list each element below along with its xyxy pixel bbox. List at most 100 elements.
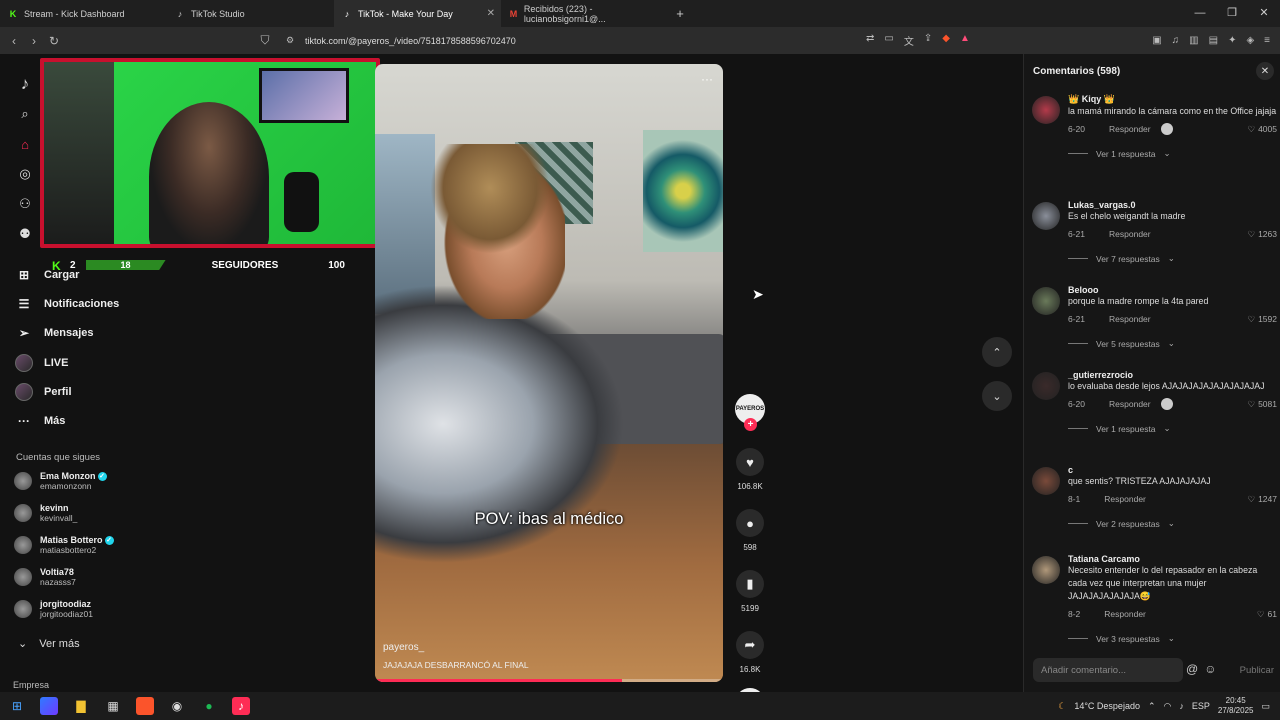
ai-icon[interactable]: ✦ [1228, 35, 1236, 46]
search-icon[interactable]: ⌕ [15, 104, 35, 124]
view-replies-button[interactable]: Ver 3 respuestas ⌄ [1068, 633, 1277, 644]
comment-author[interactable]: 👑 Kiqy 👑 [1068, 94, 1277, 105]
sidebar-item-notifications[interactable]: ☰ Notificaciones [14, 289, 120, 318]
obs-icon[interactable]: ◉ [168, 697, 186, 715]
comment-like-button[interactable]: ♡ 1263 [1247, 229, 1277, 240]
language-indicator[interactable]: ESP [1192, 701, 1210, 711]
maximize-button[interactable]: ❐ [1216, 0, 1248, 27]
weather-text[interactable]: 14°C Despejado [1074, 701, 1140, 711]
reply-button[interactable]: Responder [1109, 124, 1151, 134]
mention-icon[interactable]: @ [1186, 662, 1198, 676]
tab-gmail[interactable]: M Recibidos (223) - lucianobsigorni1@... [501, 0, 668, 27]
avatar[interactable] [1032, 372, 1060, 400]
folder-icon[interactable]: ▇ [72, 697, 90, 715]
chevron-up-icon[interactable]: ⌃ [982, 337, 1012, 367]
avatar[interactable] [1032, 287, 1060, 315]
wallet2-icon[interactable]: ▤ [1209, 35, 1218, 46]
windows-start-icon[interactable]: ⊞ [8, 697, 26, 715]
tiktok-icon[interactable]: ♪ [232, 697, 250, 715]
minimize-button[interactable]: — [1184, 0, 1216, 27]
more-options-icon[interactable]: ··· [701, 72, 713, 86]
forward-icon[interactable]: › [24, 34, 44, 48]
sidebar-item-live[interactable]: LIVE [14, 348, 119, 377]
following-account[interactable]: Ema Monzon ✓ emamonzonn [14, 468, 114, 494]
tray-chevron-icon[interactable]: ⌃ [1148, 701, 1156, 712]
language-icon[interactable]: 文 [904, 33, 914, 48]
video-progress[interactable] [375, 679, 723, 682]
save-button[interactable]: ▮ 5199 [736, 570, 764, 613]
clock[interactable]: 20:45 27/8/2025 [1218, 696, 1254, 716]
reply-button[interactable]: Responder [1109, 229, 1151, 239]
notification-icon[interactable]: ▭ [1261, 701, 1270, 712]
creator-avatar[interactable]: PAYEROS + [735, 394, 765, 431]
see-more-button[interactable]: ⌄ Ver más [18, 637, 80, 651]
volume-icon[interactable]: ♪ [1179, 701, 1184, 711]
following-account[interactable]: kevinn kevinvall_ [14, 500, 114, 526]
reload-icon[interactable]: ↻ [44, 34, 64, 48]
comment-like-button[interactable]: ♡ 61 [1257, 609, 1277, 620]
view-replies-button[interactable]: Ver 5 respuestas ⌄ [1068, 338, 1277, 349]
close-window-button[interactable]: ✕ [1248, 0, 1280, 27]
comment-input[interactable]: Añadir comentario... [1033, 658, 1183, 682]
view-replies-button[interactable]: Ver 1 respuesta ⌄ [1068, 148, 1277, 159]
translate-icon[interactable]: ⇄ [866, 33, 874, 48]
tab-tiktok-studio[interactable]: ♪ TikTok Studio [167, 0, 334, 27]
sidebar-icon[interactable]: ▥ [1189, 35, 1198, 46]
share-button[interactable]: ➦ 16.8K [736, 631, 764, 674]
video-player[interactable]: ··· POV: ibas al médico payeros_ JAJAJAJ… [375, 64, 723, 682]
brave-shield-icon[interactable]: ◆ [942, 33, 950, 48]
following-account[interactable]: Matias Bottero ✓ matiasbottero2 [14, 532, 114, 558]
company-link[interactable]: Empresa [13, 680, 49, 690]
avatar[interactable] [1032, 96, 1060, 124]
store-icon[interactable]: ▦ [104, 697, 122, 715]
chevron-down-icon[interactable]: ⌄ [982, 381, 1012, 411]
reply-button[interactable]: Responder [1109, 399, 1151, 409]
sidebar-item-messages[interactable]: ➢ Mensajes [14, 319, 119, 348]
comment-author[interactable]: Tatiana Carcamo [1068, 554, 1277, 564]
publish-button[interactable]: Publicar [1240, 665, 1274, 676]
view-replies-button[interactable]: Ver 2 respuestas ⌄ [1068, 518, 1277, 529]
spotify-icon[interactable]: ● [200, 697, 218, 715]
comment-like-button[interactable]: ♡ 1592 [1247, 314, 1277, 325]
video-author[interactable]: payeros_ [383, 642, 424, 653]
wallet-icon[interactable]: ▣ [1152, 35, 1161, 46]
reply-button[interactable]: Responder [1104, 609, 1146, 619]
comment-button[interactable]: ● 598 [736, 509, 764, 552]
friends-icon[interactable]: ⚉ [15, 224, 35, 244]
like-button[interactable]: ♥ 106.8K [736, 448, 764, 491]
following-account[interactable]: Voltia78 nazasss7 [14, 564, 114, 590]
share-icon[interactable]: ⇪ [924, 33, 932, 48]
home-icon[interactable]: ⌂ [15, 134, 35, 154]
rewards-icon[interactable]: ▲ [960, 33, 970, 48]
screen-icon[interactable]: ▭ [884, 33, 893, 48]
wifi-icon[interactable]: ◠ [1164, 701, 1172, 712]
comment-author[interactable]: _gutierrezrocio [1068, 370, 1277, 380]
avatar[interactable] [1032, 202, 1060, 230]
tab-tiktok[interactable]: ♪ TikTok - Make Your Day ✕ [334, 0, 501, 27]
copilot-icon[interactable] [40, 697, 58, 715]
sidebar-item-upload[interactable]: ⊞ Cargar [14, 260, 119, 289]
tab-kick[interactable]: K Stream - Kick Dashboard [0, 0, 167, 27]
following-account[interactable]: jorgitoodiaz jorgitoodiaz01 [14, 596, 114, 622]
avatar[interactable] [1032, 467, 1060, 495]
comment-like-button[interactable]: ♡ 1247 [1247, 494, 1277, 505]
reply-button[interactable]: Responder [1109, 314, 1151, 324]
sidebar-item-profile[interactable]: Perfil [14, 377, 119, 406]
tiktok-logo-icon[interactable]: ♪ [15, 74, 35, 94]
follow-plus-icon[interactable]: + [744, 418, 757, 431]
url-field[interactable]: tiktok.com/@payeros_/video/7518178588596… [305, 36, 516, 46]
back-icon[interactable]: ‹ [4, 34, 24, 48]
comment-like-button[interactable]: ♡ 4005 [1247, 124, 1277, 135]
comment-author[interactable]: Belooo [1068, 285, 1277, 295]
explore-icon[interactable]: ◎ [15, 164, 35, 184]
music-icon[interactable]: ♫ [1172, 35, 1180, 46]
sidebar-item-more[interactable]: ··· Más [14, 406, 119, 435]
reply-button[interactable]: Responder [1104, 494, 1146, 504]
new-tab-button[interactable]: + [668, 6, 692, 21]
comment-author[interactable]: c [1068, 465, 1277, 475]
comment-like-button[interactable]: ♡ 5081 [1247, 399, 1277, 410]
vpn-icon[interactable]: ◈ [1246, 35, 1254, 46]
avatar[interactable] [1032, 556, 1060, 584]
close-icon[interactable]: ✕ [487, 8, 495, 19]
view-replies-button[interactable]: Ver 7 respuestas ⌄ [1068, 253, 1277, 264]
